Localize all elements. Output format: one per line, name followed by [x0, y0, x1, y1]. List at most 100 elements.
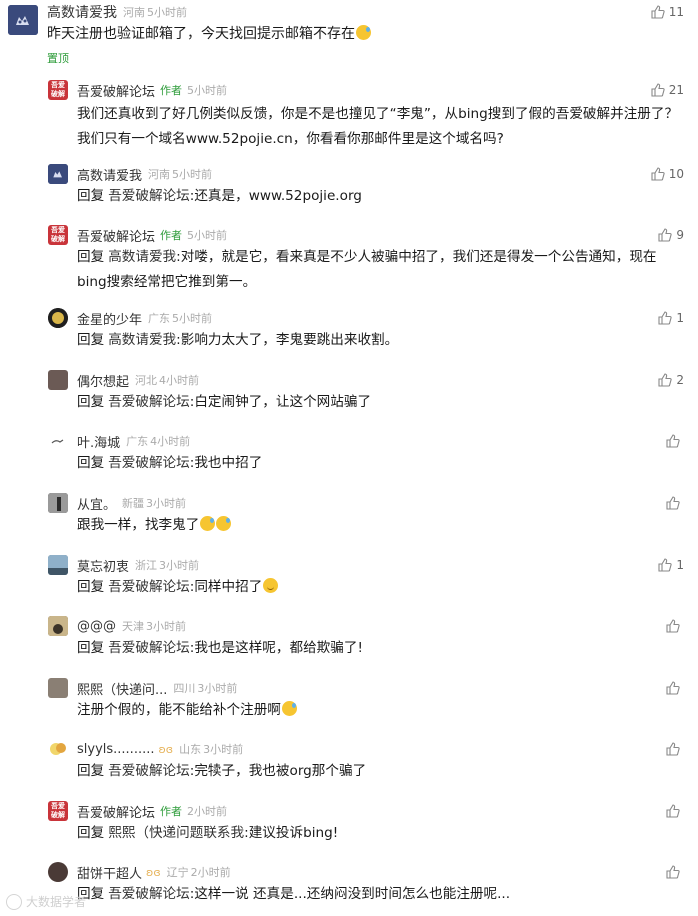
like-button[interactable] [666, 802, 684, 820]
comment-time: 5小时前 [187, 229, 228, 242]
user-avatar[interactable]: 吾爱破解 [48, 225, 68, 245]
author-badge: 作者 [160, 805, 183, 818]
like-button[interactable]: 1 [658, 556, 684, 574]
smile-emoji-icon [263, 578, 279, 593]
like-button[interactable]: 21 [651, 81, 684, 99]
cat-avatar-icon [48, 164, 68, 184]
sweat-smile-emoji-icon [356, 25, 371, 40]
user-avatar[interactable]: 吾爱破解 [48, 80, 68, 100]
username[interactable]: 从宜。 [77, 494, 116, 513]
thumbs-up-icon [666, 804, 680, 818]
user-location: 河南 [123, 6, 145, 19]
user-avatar[interactable] [48, 308, 68, 328]
comment-content: 我们还真收到了好几例类似反馈，你是不是也撞见了“李鬼”，从bing搜到了假的吾爱… [77, 106, 679, 147]
user-avatar[interactable] [48, 739, 68, 759]
username[interactable]: 莫忘初衷 [77, 556, 129, 575]
reply-target-link[interactable]: 熙熙（快递问题联系我 [108, 825, 244, 841]
watermark: 大数据学者 [6, 893, 86, 910]
thumbs-up-icon [666, 434, 680, 448]
comment-content: 昨天注册也验证邮箱了，今天找回提示邮箱不存在 [47, 22, 667, 47]
user-location: 广东 [148, 312, 171, 325]
thumbs-up-icon [658, 228, 673, 242]
username[interactable]: @@@ [77, 619, 116, 634]
sweat-smile-emoji-icon [281, 701, 297, 716]
like-button[interactable] [666, 617, 684, 635]
comment-time: 3小时前 [203, 743, 244, 756]
user-avatar[interactable] [48, 431, 68, 451]
vip-badge-icon: ʚɞ [158, 742, 174, 756]
username[interactable]: 甜饼干超人 [77, 863, 142, 882]
username[interactable]: 吾爱破解论坛 [77, 802, 155, 821]
comment-content: 回复 吾爱破解论坛:还真是，www.52pojie.org [77, 188, 362, 204]
like-button[interactable]: 9 [658, 226, 684, 244]
like-count: 2 [676, 373, 684, 387]
comment-time: 3小时前 [146, 620, 186, 633]
username[interactable]: 吾爱破解论坛 [77, 226, 155, 245]
username[interactable]: 吾爱破解论坛 [77, 81, 155, 100]
comment-time: 5小时前 [172, 312, 213, 325]
bird-avatar-icon [51, 439, 64, 444]
comment-content: 回复 熙熙（快递问题联系我:建议投诉bing! [77, 825, 339, 841]
like-button[interactable]: 11 [651, 3, 684, 21]
user-avatar[interactable] [48, 370, 68, 390]
comment-content: 回复 吾爱破解论坛:完犊子，我也被org那个骗了 [77, 763, 367, 779]
thumbs-up-icon [666, 681, 680, 695]
username[interactable]: 熙熙（快递问... [77, 679, 167, 698]
user-avatar[interactable] [8, 5, 38, 35]
like-count: 21 [668, 83, 684, 97]
like-button[interactable]: 2 [658, 371, 684, 389]
comment-time: 3小时前 [197, 682, 238, 695]
reply-target-link[interactable]: 高数请爱我 [108, 332, 176, 348]
user-location: 新疆 [122, 497, 145, 510]
username[interactable]: 偶尔想起 [77, 371, 129, 390]
comment-time: 3小时前 [159, 559, 200, 572]
person-avatar-icon [48, 493, 68, 513]
vip-badge-icon: ʚɞ [146, 865, 161, 879]
username[interactable]: slyyls.......... [77, 742, 154, 757]
reply-target-link[interactable]: 吾爱破解论坛 [108, 640, 190, 656]
reply-target-link[interactable]: 吾爱破解论坛 [108, 579, 190, 595]
photo-avatar-icon [48, 616, 68, 636]
thumbs-up-icon [666, 619, 680, 633]
username[interactable]: 金星的少年 [77, 309, 142, 328]
like-button[interactable]: 10 [651, 165, 684, 183]
user-avatar[interactable] [48, 493, 68, 513]
pinned-label: 置顶 [47, 52, 69, 65]
reply-target-link[interactable]: 吾爱破解论坛 [108, 886, 190, 902]
user-avatar[interactable] [48, 678, 68, 698]
user-avatar[interactable]: 吾爱破解 [48, 801, 68, 821]
sweat-smile-emoji-icon [216, 516, 232, 531]
reply-target-link[interactable]: 吾爱破解论坛 [108, 763, 190, 779]
username[interactable]: 高数请爱我 [77, 165, 142, 184]
comment-content: 跟我一样，找李鬼了 [77, 513, 677, 538]
user-location: 天津 [122, 620, 144, 633]
thumbs-up-icon [666, 865, 680, 879]
comment-content: 回复 吾爱破解论坛:同样中招了 [77, 575, 677, 600]
reply-target-link[interactable]: 吾爱破解论坛 [108, 394, 190, 410]
user-avatar[interactable] [48, 164, 68, 184]
comment-content: 回复 高数请爱我:对喽，就是它，看来真是不少人被骗中招了，我们还是得发一个公告通知… [77, 249, 657, 290]
like-button[interactable] [666, 740, 684, 758]
reply-target-link[interactable]: 吾爱破解论坛 [108, 188, 190, 204]
like-button[interactable] [666, 863, 684, 881]
user-avatar[interactable] [48, 862, 68, 882]
comment-content: 回复 吾爱破解论坛:这样一说 还真是...还纳闷没到时间怎么也能注册呢... [77, 886, 511, 902]
like-button[interactable] [666, 494, 684, 512]
user-avatar[interactable] [48, 616, 68, 636]
user-avatar[interactable] [48, 555, 68, 575]
comment-time: 5小时前 [172, 168, 213, 181]
reply-target-link[interactable]: 高数请爱我 [108, 249, 176, 265]
comment-content: 回复 高数请爱我:影响力太大了，李鬼要跳出来收割。 [77, 332, 399, 348]
username[interactable]: 高数请爱我 [47, 2, 117, 22]
landscape-avatar-icon [48, 555, 68, 575]
comment-content: 回复 吾爱破解论坛:我也中招了 [77, 455, 263, 471]
reply-target-link[interactable]: 吾爱破解论坛 [108, 455, 190, 471]
like-button[interactable] [666, 432, 684, 450]
user-location: 四川 [173, 682, 196, 695]
like-button[interactable]: 1 [658, 309, 684, 327]
username[interactable]: 叶.海城 [77, 432, 120, 451]
like-button[interactable] [666, 679, 684, 697]
user-location: 辽宁 [166, 866, 189, 879]
thumbs-up-icon [666, 742, 680, 756]
comment-content: 注册个假的，能不能给补个注册啊 [77, 698, 677, 723]
